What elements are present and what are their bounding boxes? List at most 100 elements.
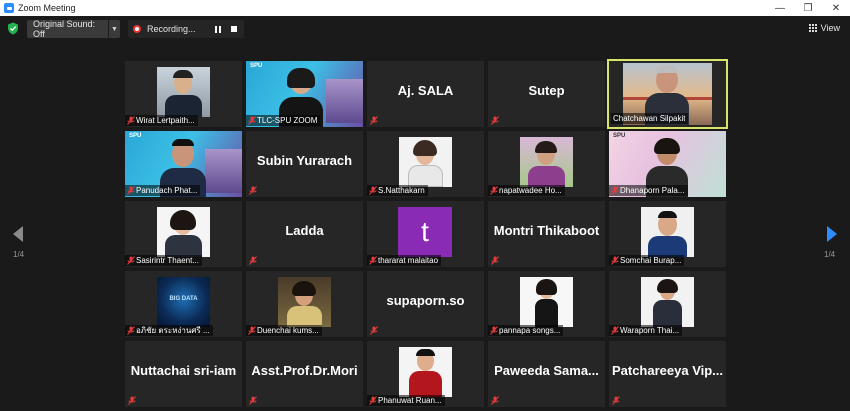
participant-tile[interactable]: Patchareeya Vip... [609, 341, 726, 407]
participant-tile[interactable]: supaporn.so [367, 271, 484, 337]
muted-mic-icon [125, 115, 136, 126]
original-sound-label: Original Sound: Off [33, 19, 96, 39]
participant-name: napatwadee Ho... [499, 186, 562, 195]
window-titlebar: Zoom Meeting — ❐ ✕ [0, 0, 850, 16]
participant-display-name: Ladda [285, 222, 324, 238]
participant-tile[interactable]: Sutep [488, 61, 605, 127]
muted-mic-icon [368, 115, 379, 126]
spu-logo-text: SPU [129, 133, 142, 139]
participant-name-tag: Phanuwat Ruan... [367, 395, 445, 406]
window-title: Zoom Meeting [18, 3, 76, 13]
participant-name-tag: Sasirintr Thaent... [125, 255, 202, 266]
participant-display-name: supaporn.so [386, 292, 465, 308]
participant-video [520, 277, 573, 327]
participant-name-tag: Panudach Phat... [125, 185, 201, 196]
participant-video [641, 277, 694, 327]
muted-mic-icon [609, 255, 620, 266]
participant-tile[interactable]: Nuttachai sri-iam [125, 341, 242, 407]
original-sound-button[interactable]: Original Sound: Off ▼ [27, 19, 120, 39]
participant-name: Phanuwat Ruan... [378, 396, 442, 405]
participant-video: BIG DATA [157, 277, 210, 327]
participant-name-tag: Duenchai kums... [246, 325, 322, 336]
muted-mic-icon [488, 185, 499, 196]
muted-mic-icon [489, 115, 500, 126]
maximize-button[interactable]: ❐ [794, 0, 822, 16]
muted-mic-icon [367, 255, 378, 266]
participant-name: thararat malaitao [378, 256, 439, 265]
previous-page-arrow-icon[interactable] [12, 226, 24, 242]
participant-name: Duenchai kums... [257, 326, 319, 335]
page-indicator-right: 1/4 [824, 250, 836, 259]
participant-tile[interactable]: Paweeda Sama... [488, 341, 605, 407]
muted-mic-icon [489, 395, 500, 406]
muted-mic-icon [246, 115, 257, 126]
chevron-down-icon[interactable]: ▼ [108, 20, 120, 38]
muted-mic-icon [247, 255, 258, 266]
participant-tile[interactable]: SPU Panudach Phat... [125, 131, 242, 197]
participant-name: Dhanaporn Pala... [620, 186, 685, 195]
participant-tile[interactable]: S.Natthakarn [367, 131, 484, 197]
recording-label: Recording... [147, 24, 196, 34]
spu-logo-text: SPU [613, 133, 626, 139]
participant-name: อภิชัย ตระหง่านศรี ... [136, 326, 210, 335]
participant-display-name: Nuttachai sri-iam [130, 362, 237, 378]
participant-tile[interactable]: BIG DATA อภิชัย ตระหง่านศรี ... [125, 271, 242, 337]
participant-tile[interactable]: Phanuwat Ruan... [367, 341, 484, 407]
active-speaker-tile[interactable]: Chatchawan Silpakit [607, 59, 728, 129]
participant-tile[interactable]: Waraporn Thai... [609, 271, 726, 337]
participant-tile[interactable]: Ladda [246, 201, 363, 267]
participant-display-name: Sutep [528, 82, 565, 98]
participant-tile[interactable]: SPU TLC-SPU ZOOM [246, 61, 363, 127]
participant-video [157, 207, 210, 257]
muted-mic-icon [125, 325, 136, 336]
participant-video [278, 277, 331, 327]
shield-icon[interactable] [7, 22, 19, 35]
minimize-button[interactable]: — [766, 0, 794, 16]
view-button[interactable]: View [808, 21, 840, 35]
participant-name-tag: Dhanaporn Pala... [609, 185, 688, 196]
participant-name-tag: pannapa songs... [488, 325, 564, 336]
participant-tile[interactable]: Duenchai kums... [246, 271, 363, 337]
participant-name: Wirat Lertpaith... [136, 116, 195, 125]
participant-tile[interactable]: pannapa songs... [488, 271, 605, 337]
grid-view-icon [808, 23, 818, 33]
next-page-arrow-icon[interactable] [826, 226, 838, 242]
participant-name: Waraporn Thai... [620, 326, 680, 335]
participant-tile[interactable]: Somchai Burap... [609, 201, 726, 267]
muted-mic-icon [488, 325, 499, 336]
participant-video [157, 67, 210, 117]
window-controls: — ❐ ✕ [766, 0, 850, 16]
stop-recording-button[interactable] [227, 22, 241, 36]
muted-mic-icon [246, 325, 257, 336]
zoom-app-icon [4, 3, 14, 13]
participant-tile[interactable]: t thararat malaitao [367, 201, 484, 267]
participant-tile[interactable]: Subin Yurarach [246, 131, 363, 197]
muted-mic-icon [368, 325, 379, 336]
pause-recording-button[interactable] [211, 22, 225, 36]
participant-name: Panudach Phat... [136, 186, 198, 195]
participant-tile[interactable]: Sasirintr Thaent... [125, 201, 242, 267]
participant-name-tag: thararat malaitao [367, 255, 442, 266]
participant-name: TLC-SPU ZOOM [257, 116, 318, 125]
participant-name: Somchai Burap... [620, 256, 682, 265]
muted-mic-icon [609, 325, 620, 336]
recording-indicator: Recording... [128, 20, 244, 38]
close-button[interactable]: ✕ [822, 0, 850, 16]
muted-mic-icon [247, 395, 258, 406]
muted-mic-icon [367, 185, 378, 196]
big-data-text: BIG DATA [169, 296, 198, 302]
participant-name-tag: Wirat Lertpaith... [125, 115, 198, 126]
participant-tile[interactable]: Montri Thikaboot [488, 201, 605, 267]
participant-tile[interactable]: napatwadee Ho... [488, 131, 605, 197]
participant-tile[interactable]: SPU Dhanaporn Pala... [609, 131, 726, 197]
muted-mic-icon [126, 395, 137, 406]
participant-display-name: Patchareeya Vip... [611, 362, 724, 378]
participant-tile[interactable]: Aj. SALA [367, 61, 484, 127]
pause-icon [215, 25, 221, 33]
participant-tile[interactable]: Asst.Prof.Dr.Mori [246, 341, 363, 407]
participant-video [641, 207, 694, 257]
participant-display-name: Aj. SALA [397, 82, 454, 98]
participant-display-name: Montri Thikaboot [493, 222, 600, 238]
spu-logo-text: SPU [250, 63, 263, 69]
participant-tile[interactable]: Wirat Lertpaith... [125, 61, 242, 127]
